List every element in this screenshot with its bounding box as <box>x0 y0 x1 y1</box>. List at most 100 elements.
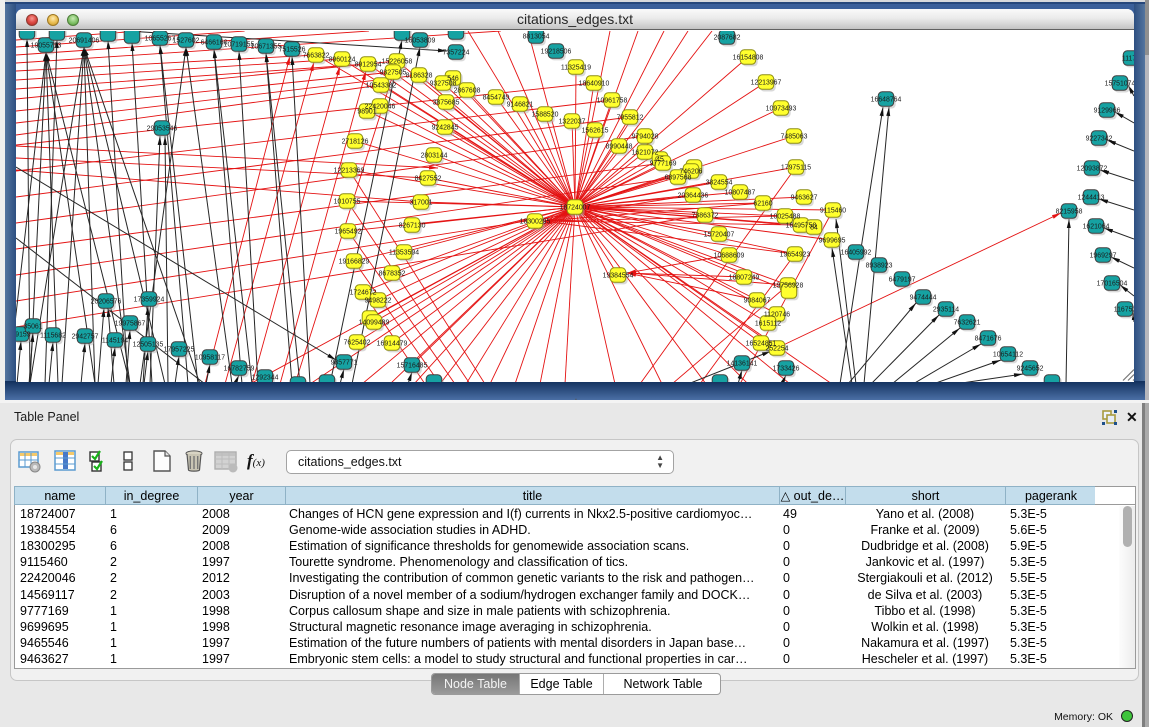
svg-text:10654112: 10654112 <box>993 351 1023 358</box>
svg-text:7485063: 7485063 <box>781 133 808 140</box>
svg-text:9327505: 9327505 <box>380 69 407 76</box>
svg-text:12093872: 12093872 <box>1077 165 1108 172</box>
svg-text:17957225: 17957225 <box>164 346 195 353</box>
svg-text:317001: 317001 <box>410 199 433 206</box>
svg-text:9227342: 9227342 <box>1086 135 1113 142</box>
svg-text:7515526: 7515526 <box>279 46 306 53</box>
svg-text:9794028: 9794028 <box>632 133 659 140</box>
svg-text:15720407: 15720407 <box>704 231 735 238</box>
svg-text:18300295: 18300295 <box>520 218 551 225</box>
svg-text:14099489: 14099489 <box>359 319 390 326</box>
svg-text:8186328: 8186328 <box>406 72 433 79</box>
svg-text:9129966: 9129966 <box>1094 107 1121 114</box>
svg-text:252254: 252254 <box>766 345 789 352</box>
svg-text:2867608: 2867608 <box>454 87 481 94</box>
svg-text:1115682: 1115682 <box>40 332 66 339</box>
svg-text:19166829: 19166829 <box>339 258 370 265</box>
svg-text:10025488: 10025488 <box>770 213 801 220</box>
svg-text:2718126: 2718126 <box>342 138 369 145</box>
svg-text:19756928: 19756928 <box>773 282 804 289</box>
svg-text:15226058: 15226058 <box>382 58 413 65</box>
svg-text:35061: 35061 <box>23 323 42 330</box>
svg-text:8267130: 8267130 <box>399 222 426 229</box>
svg-text:1120746: 1120746 <box>764 311 790 318</box>
svg-text:9242845: 9242845 <box>432 124 459 131</box>
svg-text:1010755: 1010755 <box>334 198 361 205</box>
svg-text:19975867: 19975867 <box>115 320 146 327</box>
svg-text:9699695: 9699695 <box>819 237 846 244</box>
svg-text:8427552: 8427552 <box>415 175 442 182</box>
svg-text:7357224: 7357224 <box>443 49 470 56</box>
svg-text:9498222: 9498222 <box>365 297 392 304</box>
svg-text:20206576: 20206576 <box>91 298 122 305</box>
svg-text:62160: 62160 <box>753 200 772 207</box>
svg-text:29053546: 29053546 <box>147 125 178 132</box>
svg-text:2087682: 2087682 <box>714 34 741 41</box>
svg-text:12213967: 12213967 <box>751 79 782 86</box>
svg-text:1621064: 1621064 <box>1083 223 1110 230</box>
svg-text:1621072: 1621072 <box>632 149 659 156</box>
svg-text:1588520: 1588520 <box>532 111 559 118</box>
svg-text:8938923: 8938923 <box>866 262 893 269</box>
svg-text:10671355: 10671355 <box>251 43 282 50</box>
svg-text:9327508: 9327508 <box>430 80 457 87</box>
svg-text:16914479: 16914479 <box>377 340 408 347</box>
svg-text:9463627: 9463627 <box>791 194 818 201</box>
svg-text:6479197: 6479197 <box>889 276 916 283</box>
svg-text:7663822: 7663822 <box>303 52 330 59</box>
svg-text:18724007: 18724007 <box>560 204 591 211</box>
svg-text:7386372: 7386372 <box>692 212 719 219</box>
svg-text:8215958: 8215958 <box>1056 208 1083 215</box>
svg-text:9777169: 9777169 <box>650 160 677 167</box>
svg-text:1733426: 1733426 <box>773 365 800 372</box>
svg-text:10655267: 10655267 <box>145 35 176 42</box>
svg-text:19055713: 19055713 <box>31 42 62 49</box>
svg-text:3875685: 3875685 <box>433 99 460 106</box>
svg-text:16648764: 16648764 <box>871 96 902 103</box>
svg-text:116753: 116753 <box>1114 306 1134 313</box>
svg-text:98901: 98901 <box>357 108 376 115</box>
svg-text:8813054: 8813054 <box>523 33 550 40</box>
svg-text:2935114: 2935114 <box>933 306 959 313</box>
svg-text:11353594: 11353594 <box>389 249 419 256</box>
svg-text:8454749: 8454749 <box>483 94 510 101</box>
svg-text:84: 84 <box>810 224 818 231</box>
svg-text:1724672: 1724672 <box>350 289 377 296</box>
svg-text:17016504: 17016504 <box>1097 280 1128 287</box>
svg-text:10961758: 10961758 <box>597 97 628 104</box>
svg-text:1615112: 1615112 <box>755 320 781 327</box>
svg-text:15751074: 15751074 <box>1105 80 1134 87</box>
svg-text:16405992: 16405992 <box>841 249 872 256</box>
svg-text:16154808: 16154808 <box>733 54 764 61</box>
svg-text:1527602: 1527602 <box>173 37 200 44</box>
svg-text:10688609: 10688609 <box>714 252 745 259</box>
svg-text:20691406: 20691406 <box>69 37 100 44</box>
svg-text:18807249: 18807249 <box>729 274 760 281</box>
svg-text:39159: 39159 <box>16 331 31 338</box>
svg-text:10807487: 10807487 <box>725 189 756 196</box>
svg-text:8678352: 8678352 <box>379 270 406 277</box>
svg-text:9084067: 9084067 <box>744 297 771 304</box>
svg-text:19654923: 19654923 <box>780 251 811 258</box>
svg-text:2942757: 2942757 <box>72 333 99 340</box>
svg-text:8471676: 8471676 <box>975 335 1002 342</box>
svg-text:3824554: 3824554 <box>706 179 733 186</box>
svg-text:7625402: 7625402 <box>344 339 371 346</box>
svg-text:9115460: 9115460 <box>820 207 846 214</box>
svg-text:12213369: 12213369 <box>334 167 365 174</box>
svg-text:7955812: 7955812 <box>617 114 644 121</box>
svg-text:12505135: 12505135 <box>133 341 164 348</box>
svg-text:10958117: 10958117 <box>195 354 225 361</box>
svg-text:19384554: 19384554 <box>603 272 634 279</box>
svg-text:1969297: 1969297 <box>1090 252 1117 259</box>
svg-text:20364436: 20364436 <box>678 192 709 199</box>
svg-text:1145194: 1145194 <box>102 337 128 344</box>
svg-text:1562615: 1562615 <box>582 127 609 134</box>
svg-text:18640910: 18640910 <box>579 80 610 87</box>
svg-text:16053809: 16053809 <box>405 37 436 44</box>
svg-text:9245652: 9245652 <box>1017 365 1044 372</box>
svg-text:2803144: 2803144 <box>421 152 448 159</box>
svg-text:1965492: 1965492 <box>335 228 362 235</box>
svg-text:11325419: 11325419 <box>561 64 591 71</box>
svg-text:8990448: 8990448 <box>606 143 633 150</box>
